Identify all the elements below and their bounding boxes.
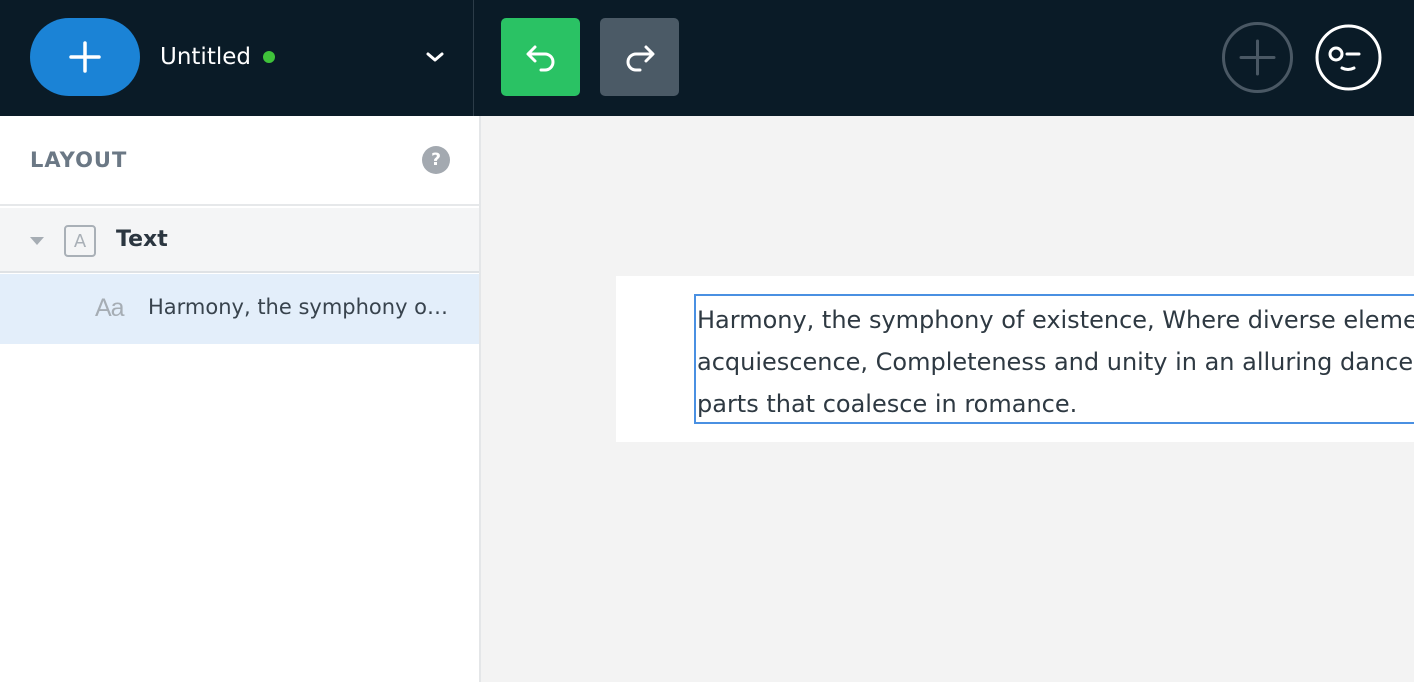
undo-arrow-icon bbox=[526, 45, 554, 72]
user-avatar-icon bbox=[1315, 24, 1382, 91]
text-line: parts that coalesce in romance. bbox=[697, 390, 1078, 418]
plus-circle-icon bbox=[1222, 22, 1293, 93]
plus-icon bbox=[69, 41, 101, 73]
document-title-area[interactable]: Untitled bbox=[160, 40, 275, 74]
document-title: Untitled bbox=[160, 44, 251, 70]
layer-row-text[interactable]: A Text bbox=[0, 208, 479, 273]
layer-row-text-content[interactable]: Aa Harmony, the symphony of existence, W… bbox=[0, 274, 479, 344]
canvas-page: Harmony, the symphony of existence, Wher… bbox=[616, 276, 1414, 442]
saved-status-dot bbox=[262, 51, 275, 63]
text-content-icon: Aa bbox=[95, 294, 125, 322]
layout-sidebar: LAYOUT ? A Text Aa Harmony, the symphony… bbox=[0, 116, 481, 682]
redo-arrow-icon bbox=[626, 45, 654, 72]
text-layer-icon: A bbox=[64, 225, 96, 257]
undo-button[interactable] bbox=[501, 18, 580, 96]
expand-caret-icon[interactable] bbox=[30, 237, 44, 245]
text-line: Harmony, the symphony of existence, Wher… bbox=[697, 306, 1414, 334]
redo-button[interactable] bbox=[600, 18, 679, 96]
top-toolbar: Untitled bbox=[0, 0, 1414, 116]
layer-label: Harmony, the symphony of existence, Wher… bbox=[148, 295, 453, 319]
text-line: acquiescence, Completeness and unity in … bbox=[697, 348, 1414, 376]
selected-text-block[interactable]: Harmony, the symphony of existence, Wher… bbox=[694, 294, 1414, 424]
add-collaborator-button[interactable] bbox=[1221, 21, 1294, 94]
help-icon[interactable]: ? bbox=[422, 146, 450, 174]
chevron-down-icon bbox=[426, 52, 444, 62]
toolbar-divider bbox=[473, 0, 474, 116]
add-button[interactable] bbox=[30, 18, 140, 96]
user-menu-button[interactable] bbox=[1315, 24, 1382, 91]
layer-label: Text bbox=[116, 227, 168, 252]
editor-canvas[interactable]: Harmony, the symphony of existence, Wher… bbox=[481, 116, 1414, 682]
layout-panel-title: LAYOUT bbox=[30, 148, 128, 172]
layout-panel-header: LAYOUT ? bbox=[0, 116, 479, 206]
document-menu-button[interactable] bbox=[420, 42, 450, 72]
